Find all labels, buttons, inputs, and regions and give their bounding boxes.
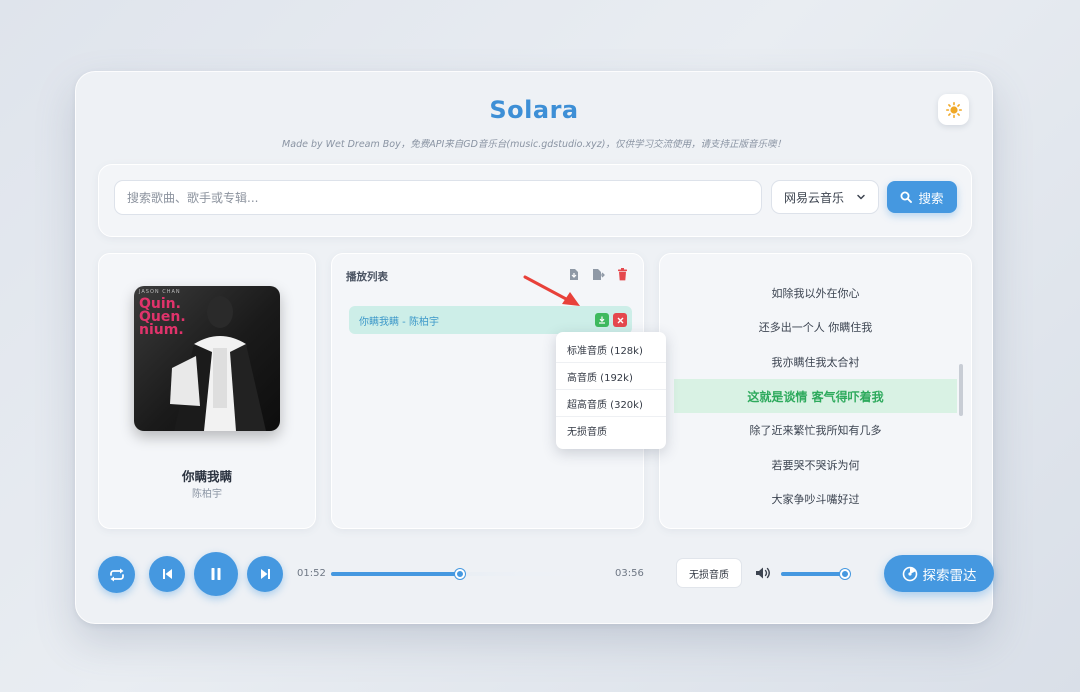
lyric-line: 若要哭不哭诉为何 (771, 458, 860, 472)
pause-icon (211, 568, 221, 580)
quality-dropdown: 标准音质 (128k) 高音质 (192k) 超高音质 (320k) 无损音质 (556, 332, 666, 449)
volume-slider[interactable] (781, 572, 845, 576)
source-select[interactable]: 网易云音乐 (771, 180, 879, 214)
skip-back-icon (162, 569, 172, 579)
player-bar: 01:52 03:56 无损音质 探索雷达 (98, 552, 994, 598)
total-time: 03:56 (615, 568, 644, 579)
remove-button[interactable] (613, 313, 627, 327)
lyric-line: 大家争吵斗嘴好过 (771, 492, 860, 506)
lyric-line-active: 这就是谈情 客气得吓着我 (674, 378, 957, 414)
theme-toggle-button[interactable] (938, 94, 969, 125)
close-icon (617, 317, 623, 323)
song-artist: 陈柏宇 (192, 489, 222, 500)
lyrics-list: 如除我以外在你心 还多出一个人 你瞒住我 我亦瞒住我太合衬 这就是谈情 客气得吓… (660, 276, 971, 516)
quality-option-lossless[interactable]: 无损音质 (556, 417, 666, 444)
search-button-label: 搜索 (918, 190, 944, 206)
download-icon (599, 316, 605, 324)
repeat-button[interactable] (98, 556, 135, 593)
quality-option-192k[interactable]: 高音质 (192k) (556, 363, 666, 390)
quality-select-button[interactable]: 无损音质 (676, 558, 742, 588)
volume-icon[interactable] (755, 566, 771, 580)
lyric-line: 我亦瞒住我太合衬 (771, 355, 860, 369)
lyric-line: 除了近来繁忙我所知有几多 (749, 424, 882, 438)
export-icon[interactable] (591, 267, 605, 281)
pause-button[interactable] (194, 552, 238, 596)
source-select-label: 网易云音乐 (784, 190, 845, 205)
lyrics-card: 如除我以外在你心 还多出一个人 你瞒住我 我亦瞒住我太合衬 这就是谈情 客气得吓… (659, 253, 972, 529)
previous-button[interactable] (149, 556, 185, 592)
current-time: 01:52 (297, 568, 326, 579)
annotation-arrow-icon (523, 275, 580, 306)
radar-icon (902, 566, 917, 581)
explore-radar-button[interactable]: 探索雷达 (884, 555, 994, 592)
search-button[interactable]: 搜索 (887, 181, 957, 213)
lyrics-scrollbar[interactable] (959, 364, 963, 416)
now-playing-card: JASON CHAN Quin. Quen. nium. 你瞒我瞒 陈柏宇 (98, 253, 316, 529)
app-subtitle: Made by Wet Dream Boy，免费API来自GD音乐台(music… (282, 139, 786, 150)
song-title: 你瞒我瞒 (181, 469, 232, 484)
trash-icon[interactable] (615, 267, 629, 281)
app-title: Solara (489, 96, 579, 124)
cover-figure (170, 296, 266, 431)
progress-fill (331, 572, 461, 576)
explore-radar-label: 探索雷达 (922, 567, 977, 584)
repeat-icon (109, 568, 124, 581)
chevron-down-icon (857, 194, 865, 200)
playlist-item-actions (595, 313, 627, 327)
progress-thumb[interactable] (455, 569, 466, 579)
lyric-line: 如除我以外在你心 (771, 287, 860, 301)
sun-icon (945, 101, 962, 118)
playlist-title: 播放列表 (346, 271, 388, 283)
quality-option-128k[interactable]: 标准音质 (128k) (556, 336, 666, 363)
next-button[interactable] (247, 556, 283, 592)
progress-slider[interactable] (331, 569, 603, 579)
search-input[interactable] (114, 180, 762, 215)
download-button[interactable] (595, 313, 609, 327)
lyric-line: 还多出一个人 你瞒住我 (758, 321, 873, 335)
volume-thumb[interactable] (840, 569, 850, 579)
skip-forward-icon (260, 569, 270, 579)
playlist-item[interactable]: 你瞒我瞒 - 陈柏宇 (349, 306, 632, 334)
search-panel: 网易云音乐 搜索 (98, 164, 972, 237)
search-icon (900, 191, 913, 203)
playlist-item-label: 你瞒我瞒 - 陈柏宇 (359, 316, 439, 328)
album-cover: JASON CHAN Quin. Quen. nium. (134, 286, 280, 431)
quality-option-320k[interactable]: 超高音质 (320k) (556, 390, 666, 417)
app-window: Solara Made by Wet Dream Boy，免费API来自GD音乐… (75, 71, 994, 624)
playlist-card: 播放列表 你瞒我瞒 - 陈柏宇 标准音质 (128k) 高音质 (192k) 超… (331, 253, 666, 529)
